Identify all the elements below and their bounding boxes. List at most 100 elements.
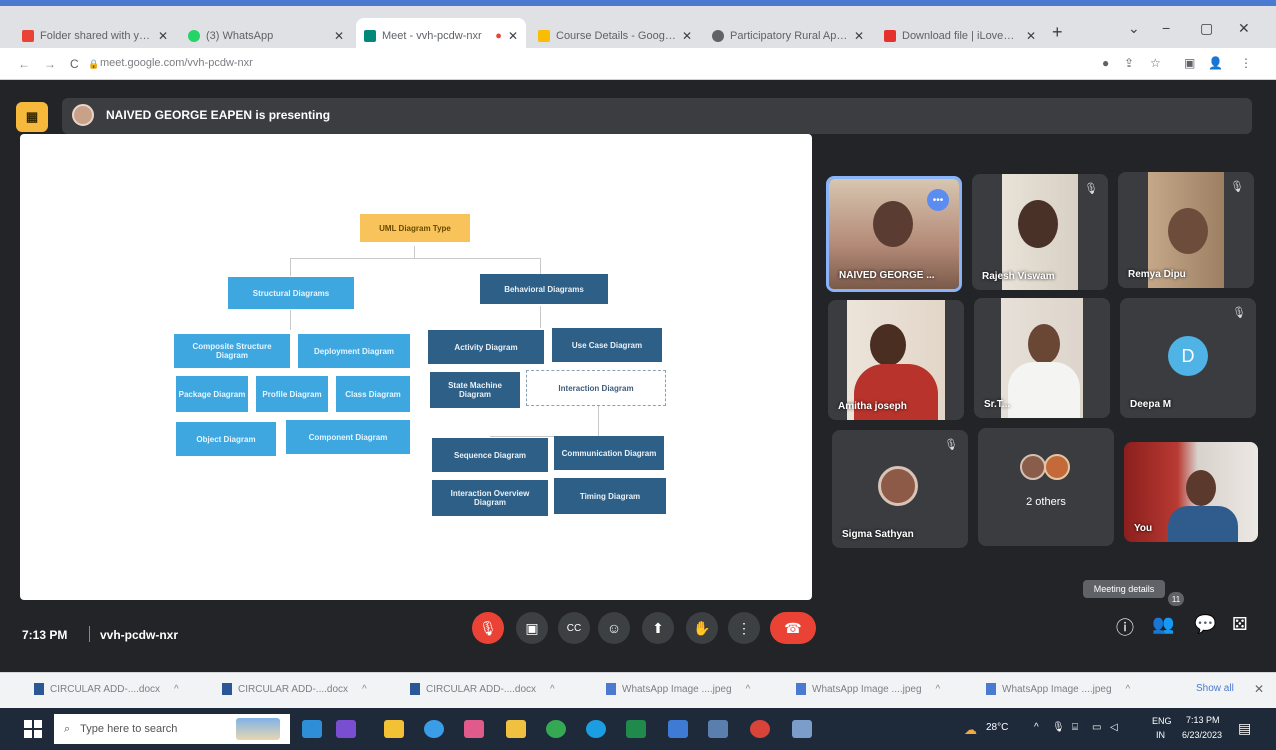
more-options-button[interactable]: ⋮ xyxy=(728,612,760,644)
windows-taskbar: ⌕ Type here to search ☁ 28°C ^ 🎙 ⌸ ▭ ◁ E… xyxy=(0,708,1276,750)
end-call-button[interactable]: ☎ xyxy=(770,612,816,644)
url-field[interactable]: meet.google.com/vvh-pcdw-nxr xyxy=(100,57,253,69)
taskbar-app-calc-icon[interactable] xyxy=(708,720,728,738)
diagram-node: Object Diagram xyxy=(176,422,276,456)
tray-network-icon[interactable]: ⌸ xyxy=(1072,722,1078,733)
input-region[interactable]: IN xyxy=(1156,730,1165,740)
close-tab-icon[interactable]: ✕ xyxy=(682,29,692,43)
notification-center-icon[interactable]: ▤ xyxy=(1238,720,1251,737)
participant-tile-self[interactable]: You xyxy=(1124,442,1258,542)
participant-tile[interactable]: ••• NAIVED GEORGE ... xyxy=(826,176,962,292)
bookmark-star-icon[interactable]: ☆ xyxy=(1150,56,1161,70)
chevron-up-icon[interactable]: ^ xyxy=(550,684,555,695)
connector-line xyxy=(290,310,291,330)
close-tab-icon[interactable]: ✕ xyxy=(158,29,168,43)
structural-diagrams-node: Structural Diagrams xyxy=(228,277,354,309)
taskbar-app-files-icon[interactable] xyxy=(506,720,526,738)
participant-tile[interactable]: 🎙 Rajesh Viswam xyxy=(972,174,1108,290)
sidepanel-icon[interactable]: ▣ xyxy=(1184,56,1195,70)
download-item[interactable]: CIRCULAR ADD-....docx ^ xyxy=(34,683,179,695)
info-button[interactable]: ⓘ xyxy=(1116,614,1134,640)
download-label: WhatsApp Image ....jpeg xyxy=(812,683,922,695)
participant-tile[interactable]: 🎙 Sigma Sathyan xyxy=(832,430,968,548)
tray-mic-icon[interactable]: 🎙 xyxy=(1052,722,1065,733)
browser-menu-icon[interactable]: ⋮ xyxy=(1240,56,1252,70)
presentation-icon[interactable]: ▦ xyxy=(16,102,48,132)
lock-icon[interactable]: 🔒 xyxy=(88,59,99,70)
tray-volume-icon[interactable]: ◁ xyxy=(1110,722,1118,733)
chevron-up-icon[interactable]: ^ xyxy=(936,684,941,695)
tab-label: Participatory Rural Apprai xyxy=(730,30,848,42)
download-item[interactable]: CIRCULAR ADD-....docx ^ xyxy=(410,683,555,695)
captions-button[interactable]: CC xyxy=(558,612,590,644)
taskbar-app-sticky-icon[interactable] xyxy=(384,720,404,738)
chevron-up-icon[interactable]: ^ xyxy=(746,684,751,695)
participant-name: Sr.T... xyxy=(984,399,1011,410)
taskbar-app-visualstudio-icon[interactable] xyxy=(336,720,356,738)
windows-start-button[interactable] xyxy=(24,720,42,738)
input-language[interactable]: ENG xyxy=(1152,716,1172,726)
profile-avatar[interactable]: 👤 xyxy=(1208,56,1223,70)
weather-temperature[interactable]: 28°C xyxy=(986,722,1008,733)
participant-tile[interactable]: 2 others xyxy=(978,428,1114,546)
mic-off-button[interactable]: 🎙 xyxy=(472,612,504,644)
camera-button[interactable]: ▣ xyxy=(516,612,548,644)
new-tab-button[interactable]: + xyxy=(1052,22,1063,43)
gmail-icon xyxy=(22,30,34,42)
reload-button[interactable]: C xyxy=(70,57,79,71)
weather-sun-icon[interactable]: ☁ xyxy=(964,722,977,738)
participant-tile[interactable]: Amitha joseph xyxy=(828,300,964,420)
download-item[interactable]: CIRCULAR ADD-....docx ^ xyxy=(222,683,367,695)
clock-date[interactable]: 6/23/2023 xyxy=(1182,730,1222,740)
close-tab-icon[interactable]: ✕ xyxy=(854,29,864,43)
participant-tile[interactable]: 🎙 Remya Dipu xyxy=(1118,172,1254,288)
word-doc-icon xyxy=(222,683,232,695)
taskbar-app-edge2-icon[interactable] xyxy=(586,720,606,738)
download-item[interactable]: WhatsApp Image ....jpeg ^ xyxy=(606,683,750,695)
minimize-button[interactable]: − xyxy=(1162,20,1170,36)
mic-off-icon: 🎙 xyxy=(944,439,958,451)
taskbar-app-edge-icon[interactable] xyxy=(424,720,444,738)
emoji-button[interactable]: ☺ xyxy=(598,612,630,644)
chevron-up-icon[interactable]: ^ xyxy=(174,684,179,695)
diagram-node: Deployment Diagram xyxy=(298,334,410,368)
close-downloads-icon[interactable]: ✕ xyxy=(1254,682,1264,696)
download-item[interactable]: WhatsApp Image ....jpeg ^ xyxy=(986,683,1130,695)
tray-chevron-icon[interactable]: ^ xyxy=(1034,722,1039,733)
back-button[interactable]: ← xyxy=(18,57,30,71)
camera-in-use-icon[interactable]: ● xyxy=(1102,56,1109,70)
chevron-up-icon[interactable]: ^ xyxy=(1126,684,1131,695)
show-all-downloads-link[interactable]: Show all xyxy=(1196,683,1234,694)
close-tab-icon[interactable]: ✕ xyxy=(508,29,518,43)
tab-search-icon[interactable]: ⌄ xyxy=(1128,20,1140,37)
download-item[interactable]: WhatsApp Image ....jpeg ^ xyxy=(796,683,940,695)
weather-widget-icon[interactable] xyxy=(236,718,280,740)
participant-tile[interactable]: Sr.T... xyxy=(974,298,1110,418)
taskbar-app-mail-icon[interactable] xyxy=(668,720,688,738)
participant-clothing xyxy=(1168,506,1238,542)
close-window-button[interactable]: ✕ xyxy=(1238,20,1250,37)
taskbar-app-chrome2-icon[interactable] xyxy=(750,720,770,738)
close-tab-icon[interactable]: ✕ xyxy=(1026,29,1036,43)
maximize-button[interactable]: ▢ xyxy=(1200,20,1213,37)
forward-button[interactable]: → xyxy=(44,57,56,71)
share-icon[interactable]: ⇪ xyxy=(1124,56,1134,70)
presenter-avatar xyxy=(72,104,94,126)
taskbar-app-vscode-icon[interactable] xyxy=(302,720,322,738)
chat-button[interactable]: 💬 xyxy=(1194,614,1216,635)
taskbar-app-excel-icon[interactable] xyxy=(626,720,646,738)
taskbar-app-chrome-icon[interactable] xyxy=(546,720,566,738)
more-options-icon[interactable]: ••• xyxy=(927,189,949,211)
present-button[interactable]: ⬆ xyxy=(642,612,674,644)
clock-time[interactable]: 7:13 PM xyxy=(1186,715,1220,725)
tray-battery-icon[interactable]: ▭ xyxy=(1092,722,1101,733)
taskbar-app-paint-icon[interactable] xyxy=(464,720,484,738)
search-icon: ⌕ xyxy=(64,722,71,735)
close-tab-icon[interactable]: ✕ xyxy=(334,29,344,43)
participant-tile[interactable]: D 🎙 Deepa M xyxy=(1120,298,1256,418)
raise-hand-button[interactable]: ✋ xyxy=(686,612,718,644)
people-button[interactable]: 👥 xyxy=(1152,614,1174,635)
activities-button[interactable]: ⚄ xyxy=(1232,614,1248,635)
chevron-up-icon[interactable]: ^ xyxy=(362,684,367,695)
taskbar-app-settings-icon[interactable] xyxy=(792,720,812,738)
